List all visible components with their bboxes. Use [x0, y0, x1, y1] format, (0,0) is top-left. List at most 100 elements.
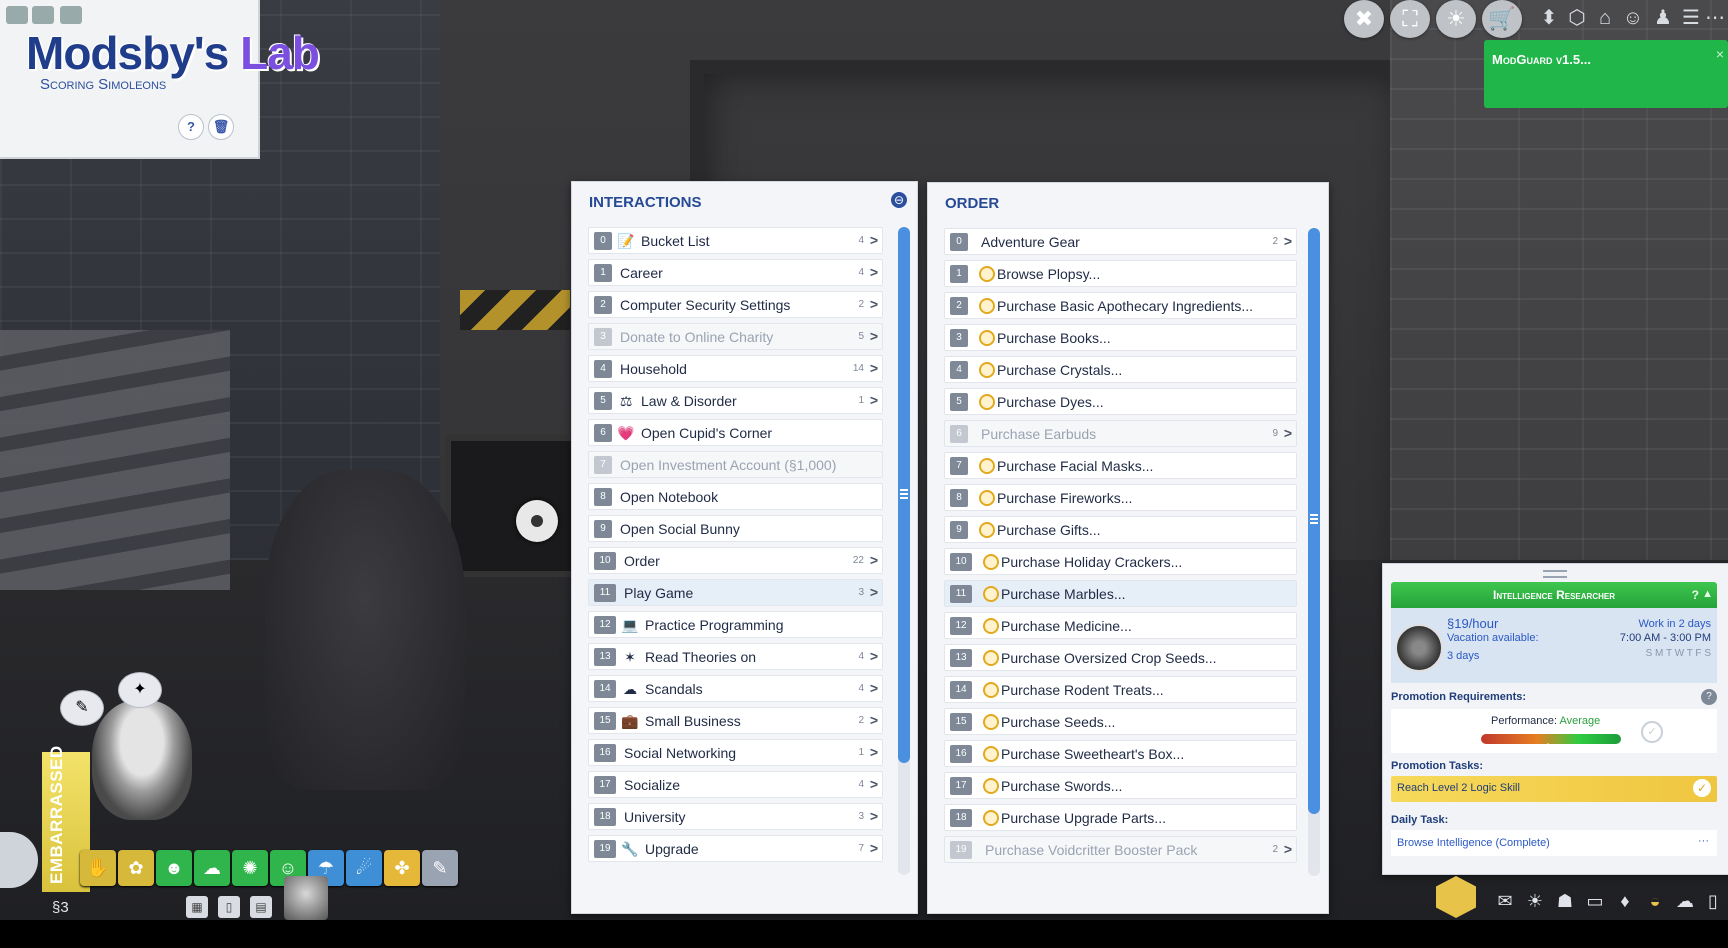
interactions-item[interactable]: 14 ☁ Scandals 4 >: [588, 675, 883, 702]
more-icon[interactable]: ⋯: [1704, 6, 1726, 30]
modguard-notification[interactable]: ModGuard v1.5... ×: [1484, 40, 1728, 108]
order-item[interactable]: 7 Purchase Facial Masks...: [944, 452, 1297, 479]
chevron-right-icon[interactable]: >: [1284, 228, 1292, 254]
interactions-item[interactable]: 11 Play Game 3 >: [588, 579, 883, 606]
chevron-right-icon[interactable]: >: [870, 771, 878, 797]
interactions-item[interactable]: 6 💗 Open Cupid's Corner: [588, 419, 883, 446]
interactions-item[interactable]: 16 Social Networking 1 >: [588, 739, 883, 766]
help-button[interactable]: ?: [178, 114, 204, 140]
moodlet-icon[interactable]: ☻: [156, 850, 192, 886]
cart-icon[interactable]: 🛒: [1482, 0, 1522, 38]
interactions-item[interactable]: 1 Career 4 >: [588, 259, 883, 286]
order-item[interactable]: 5 Purchase Dyes...: [944, 388, 1297, 415]
scrollbar-thumb[interactable]: [1308, 228, 1320, 814]
scrollbar-thumb[interactable]: [898, 227, 910, 763]
moodlet-icon[interactable]: ✋: [80, 850, 116, 886]
chevron-right-icon[interactable]: >: [870, 355, 878, 381]
order-item[interactable]: 9 Purchase Gifts...: [944, 516, 1297, 543]
order-item[interactable]: 2 Purchase Basic Apothecary Ingredients..…: [944, 292, 1297, 319]
interactions-item[interactable]: 12 💻 Practice Programming: [588, 611, 883, 638]
person-icon[interactable]: ☺: [1622, 6, 1644, 30]
camera-up-icon[interactable]: ⬍: [1538, 6, 1560, 30]
chevron-right-icon[interactable]: >: [870, 803, 878, 829]
moodlet-icon[interactable]: ✤: [384, 850, 420, 886]
chevron-up-icon[interactable]: ▲: [1702, 581, 1713, 607]
mail-icon[interactable]: ✉: [1492, 888, 1518, 914]
computer-target-icon[interactable]: [516, 500, 558, 542]
chevron-right-icon[interactable]: >: [870, 387, 878, 413]
lightbulb-icon[interactable]: ☀: [1522, 888, 1548, 914]
chevron-right-icon[interactable]: >: [870, 707, 878, 733]
interactions-item[interactable]: 0 📝 Bucket List 4 >: [588, 227, 883, 254]
help-icon[interactable]: ?: [1701, 689, 1717, 705]
moodlet-icon[interactable]: ✺: [232, 850, 268, 886]
chevron-right-icon[interactable]: >: [1284, 836, 1292, 862]
order-item[interactable]: 0 Adventure Gear 2 >: [944, 228, 1297, 255]
interactions-item[interactable]: 10 Order 22 >: [588, 547, 883, 574]
chevron-right-icon[interactable]: >: [870, 835, 878, 861]
chevron-right-icon[interactable]: >: [870, 547, 878, 573]
order-item[interactable]: 10 Purchase Holiday Crackers...: [944, 548, 1297, 575]
lightbulb-icon[interactable]: ☀: [1436, 0, 1476, 38]
order-item[interactable]: 4 Purchase Crystals...: [944, 356, 1297, 383]
moodlet-icon[interactable]: ✿: [118, 850, 154, 886]
order-item[interactable]: 1 Browse Plopsy...: [944, 260, 1297, 287]
interactions-item[interactable]: 5 ⚖ Law & Disorder 1 >: [588, 387, 883, 414]
cube-icon[interactable]: ⬡: [1566, 6, 1588, 30]
interactions-item[interactable]: 9 Open Social Bunny: [588, 515, 883, 542]
house-icon[interactable]: ⌂: [1594, 6, 1616, 30]
trash-button[interactable]: 🗑: [208, 114, 234, 140]
chat-icon[interactable]: ☁: [1672, 888, 1698, 914]
chevron-right-icon[interactable]: >: [870, 291, 878, 317]
moodlet-icon[interactable]: ☁: [194, 850, 230, 886]
order-scrollbar[interactable]: [1308, 228, 1320, 876]
drag-handle[interactable]: [1543, 570, 1567, 578]
calendar-icon[interactable]: ▦: [186, 896, 208, 918]
daily-task[interactable]: Browse Intelligence (Complete) ···: [1391, 830, 1717, 856]
relationships-icon[interactable]: ☗: [1552, 888, 1578, 914]
gift-icon[interactable]: [6, 6, 28, 24]
moodlet-icon[interactable]: ✎: [422, 850, 458, 886]
moodlet-icon[interactable]: ☄: [346, 850, 382, 886]
inventory-icon[interactable]: ▭: [1582, 888, 1608, 914]
interactions-item[interactable]: 18 University 3 >: [588, 803, 883, 830]
phone-icon[interactable]: ▯: [218, 896, 240, 918]
interactions-item[interactable]: 19 🔧 Upgrade 7 >: [588, 835, 883, 862]
order-item[interactable]: 18 Purchase Upgrade Parts...: [944, 804, 1297, 831]
chevron-right-icon[interactable]: >: [870, 259, 878, 285]
chevron-right-icon[interactable]: >: [870, 227, 878, 253]
interactions-item[interactable]: 15 💼 Small Business 2 >: [588, 707, 883, 734]
order-item[interactable]: 14 Purchase Rodent Treats...: [944, 676, 1297, 703]
chevron-right-icon[interactable]: >: [870, 739, 878, 765]
order-item[interactable]: 12 Purchase Medicine...: [944, 612, 1297, 639]
sim-icon[interactable]: ♟: [1652, 6, 1674, 30]
more-icon[interactable]: ▯: [1700, 888, 1726, 914]
sim-portrait[interactable]: [92, 700, 192, 820]
order-item[interactable]: 13 Purchase Oversized Crop Seeds...: [944, 644, 1297, 671]
order-item[interactable]: 17 Purchase Swords...: [944, 772, 1297, 799]
build-icon[interactable]: ⛶: [1390, 0, 1430, 38]
collapse-icon[interactable]: ⊖: [891, 192, 907, 208]
interactions-item[interactable]: 8 Open Notebook: [588, 483, 883, 510]
sim-thumbnail[interactable]: [284, 876, 328, 920]
chevron-right-icon[interactable]: >: [870, 643, 878, 669]
order-item[interactable]: 8 Purchase Fireworks...: [944, 484, 1297, 511]
chevron-right-icon[interactable]: >: [870, 675, 878, 701]
interactions-item[interactable]: 13 ✶ Read Theories on 4 >: [588, 643, 883, 670]
chevron-right-icon[interactable]: >: [1284, 420, 1292, 446]
list-icon[interactable]: ☰: [1680, 6, 1702, 30]
chevron-right-icon[interactable]: >: [870, 579, 878, 605]
gift-icon[interactable]: [60, 6, 82, 24]
order-item[interactable]: 15 Purchase Seeds...: [944, 708, 1297, 735]
wrench-icon[interactable]: ✖: [1344, 0, 1384, 38]
order-item[interactable]: 3 Purchase Books...: [944, 324, 1297, 351]
aspiration-icon[interactable]: ♦: [1612, 888, 1638, 914]
order-item[interactable]: 11 Purchase Marbles...: [944, 580, 1297, 607]
chevron-right-icon[interactable]: >: [870, 323, 878, 349]
promotion-task[interactable]: Reach Level 2 Logic Skill ✓: [1391, 776, 1717, 802]
interactions-item[interactable]: 2 Computer Security Settings 2 >: [588, 291, 883, 318]
more-icon[interactable]: ···: [1698, 835, 1709, 847]
interactions-item[interactable]: 4 Household 14 >: [588, 355, 883, 382]
gift-icon[interactable]: [32, 6, 54, 24]
close-icon[interactable]: ×: [1716, 46, 1724, 62]
